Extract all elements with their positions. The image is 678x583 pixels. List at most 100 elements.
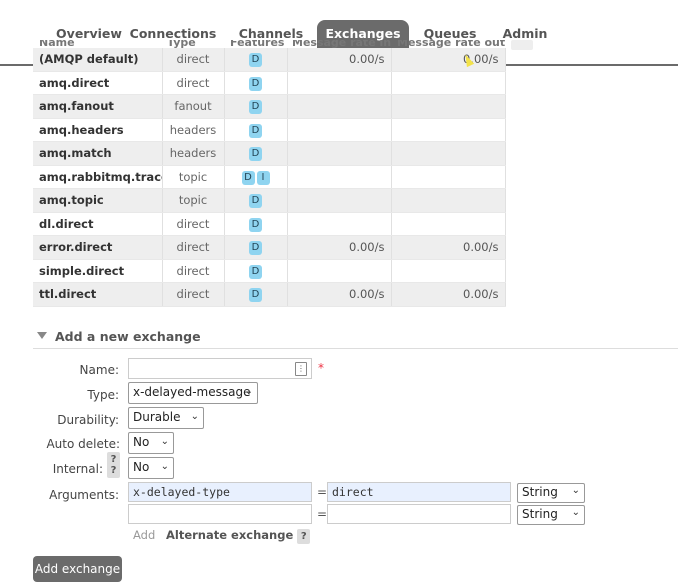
- message-rate-in: [287, 188, 392, 213]
- alternate-exchange-link[interactable]: Alternate exchange?: [166, 528, 311, 544]
- internal-help-icon[interactable]: ?: [107, 463, 120, 478]
- exchange-name-link[interactable]: dl.direct: [33, 212, 163, 236]
- type-select[interactable]: x-delayed-message ⌄: [128, 382, 258, 404]
- message-rate-out: [391, 259, 506, 283]
- table-row[interactable]: amq.rabbitmq.trace topic D I: [33, 165, 506, 189]
- exchange-features: D: [224, 118, 288, 142]
- exchange-name-link[interactable]: amq.topic: [33, 188, 163, 213]
- exchange-features: D: [224, 188, 288, 213]
- internal-select-value: No: [133, 460, 150, 474]
- internal-label: Internal:?: [30, 462, 120, 478]
- internal-select[interactable]: No ⌄: [128, 457, 174, 479]
- chevron-down-icon: ⌄: [571, 485, 580, 496]
- section-title: Add a new exchange: [55, 329, 201, 344]
- table-row[interactable]: amq.topic topic D: [33, 188, 506, 213]
- add-exchange-button[interactable]: Add exchange: [33, 556, 122, 582]
- message-rate-in: 0.00/s: [287, 282, 392, 307]
- feature-badge: D: [249, 264, 262, 279]
- alternate-exchange-help-icon[interactable]: ?: [297, 529, 311, 544]
- auto-delete-label-text: Auto delete:: [46, 437, 120, 451]
- exchange-name-link[interactable]: amq.fanout: [33, 94, 163, 119]
- add-exchange-section-header[interactable]: Add a new exchange: [33, 326, 678, 349]
- durability-select[interactable]: Durable ⌄: [128, 407, 204, 429]
- message-rate-out: 0.00/s: [391, 235, 506, 260]
- name-input[interactable]: [128, 358, 312, 379]
- feature-badge: D: [249, 123, 262, 138]
- exchange-name-link[interactable]: simple.direct: [33, 259, 163, 283]
- exchange-features: D: [224, 282, 288, 307]
- exchange-features: DI: [224, 165, 288, 189]
- collapse-triangle-icon: [37, 332, 47, 339]
- table-row[interactable]: dl.direct direct D: [33, 212, 506, 236]
- argument-type-value: String: [522, 485, 558, 499]
- chevron-down-icon: ⌄: [571, 507, 580, 518]
- message-rate-in: [287, 71, 392, 95]
- message-rate-in: [287, 141, 392, 166]
- exchange-features: D: [224, 141, 288, 166]
- message-rate-out: [391, 118, 506, 142]
- exchange-type: headers: [162, 118, 225, 142]
- feature-badge: D: [249, 217, 262, 232]
- exchange-name-link[interactable]: amq.direct: [33, 71, 163, 95]
- auto-delete-select[interactable]: No ⌄: [128, 432, 174, 454]
- message-rate-in: 0.00/s: [287, 235, 392, 260]
- chevron-down-icon: ⌄: [160, 461, 169, 472]
- equals-sign: =: [317, 507, 328, 521]
- table-row[interactable]: amq.direct direct D: [33, 71, 506, 95]
- message-rate-in: [287, 212, 392, 236]
- required-marker: *: [318, 361, 324, 375]
- durability-select-value: Durable: [133, 410, 181, 424]
- type-label: Type:: [87, 388, 119, 402]
- message-rate-out: [391, 165, 506, 189]
- chevron-down-icon: ⌄: [160, 436, 169, 447]
- exchange-features: D: [224, 259, 288, 283]
- chevron-down-icon: ⌄: [244, 386, 253, 397]
- exchange-features: D: [224, 71, 288, 95]
- table-row[interactable]: ttl.direct direct D 0.00/s 0.00/s: [33, 282, 506, 307]
- feature-badge: D: [249, 241, 262, 256]
- message-rate-out: [391, 94, 506, 119]
- exchange-features: D: [224, 94, 288, 119]
- exchange-type: headers: [162, 141, 225, 166]
- message-rate-in: [287, 259, 392, 283]
- exchange-type: direct: [162, 282, 225, 307]
- argument-key-input[interactable]: x-delayed-type: [128, 482, 312, 502]
- table-row[interactable]: amq.headers headers D: [33, 118, 506, 142]
- argument-value-input[interactable]: direct: [327, 482, 511, 502]
- argument-key-input[interactable]: [128, 504, 312, 524]
- equals-sign: =: [317, 485, 328, 499]
- table-row[interactable]: error.direct direct D 0.00/s 0.00/s: [33, 235, 506, 260]
- feature-badge: D: [249, 194, 262, 209]
- durability-label: Durability:: [57, 413, 119, 427]
- exchange-name-link[interactable]: ttl.direct: [33, 282, 163, 307]
- exchange-name-link[interactable]: (AMQP default): [33, 48, 163, 72]
- feature-badge: D: [241, 170, 255, 185]
- column-options-button[interactable]: [511, 40, 533, 50]
- exchange-features: D: [224, 212, 288, 236]
- exchange-name-link[interactable]: amq.headers: [33, 118, 163, 142]
- chevron-down-icon: ⌄: [190, 411, 199, 422]
- exchange-name-link[interactable]: amq.match: [33, 141, 163, 166]
- exchange-name-link[interactable]: amq.rabbitmq.trace: [33, 165, 163, 189]
- feature-badge: I: [256, 170, 270, 185]
- add-argument-link[interactable]: Add: [133, 528, 155, 542]
- feature-badge: D: [249, 288, 262, 303]
- auto-delete-select-value: No: [133, 435, 150, 449]
- table-row[interactable]: amq.match headers D: [33, 141, 506, 166]
- message-rate-out: [391, 212, 506, 236]
- argument-type-select[interactable]: String ⌄: [517, 505, 585, 525]
- message-rate-out: 0.00/s: [391, 48, 506, 72]
- exchange-type: direct: [162, 212, 225, 236]
- password-manager-icon[interactable]: ⋮: [295, 362, 307, 376]
- alternate-exchange-text[interactable]: Alternate exchange: [166, 528, 293, 542]
- message-rate-in: [287, 118, 392, 142]
- table-row[interactable]: amq.fanout fanout D: [33, 94, 506, 119]
- exchange-name-link[interactable]: error.direct: [33, 235, 163, 260]
- argument-type-select[interactable]: String ⌄: [517, 483, 585, 503]
- argument-value-input[interactable]: [327, 504, 511, 524]
- message-rate-in: [287, 94, 392, 119]
- table-row[interactable]: (AMQP default) direct D 0.00/s 0.00/s: [33, 48, 506, 72]
- table-row[interactable]: simple.direct direct D: [33, 259, 506, 283]
- exchange-type: direct: [162, 71, 225, 95]
- feature-badge: D: [249, 53, 262, 68]
